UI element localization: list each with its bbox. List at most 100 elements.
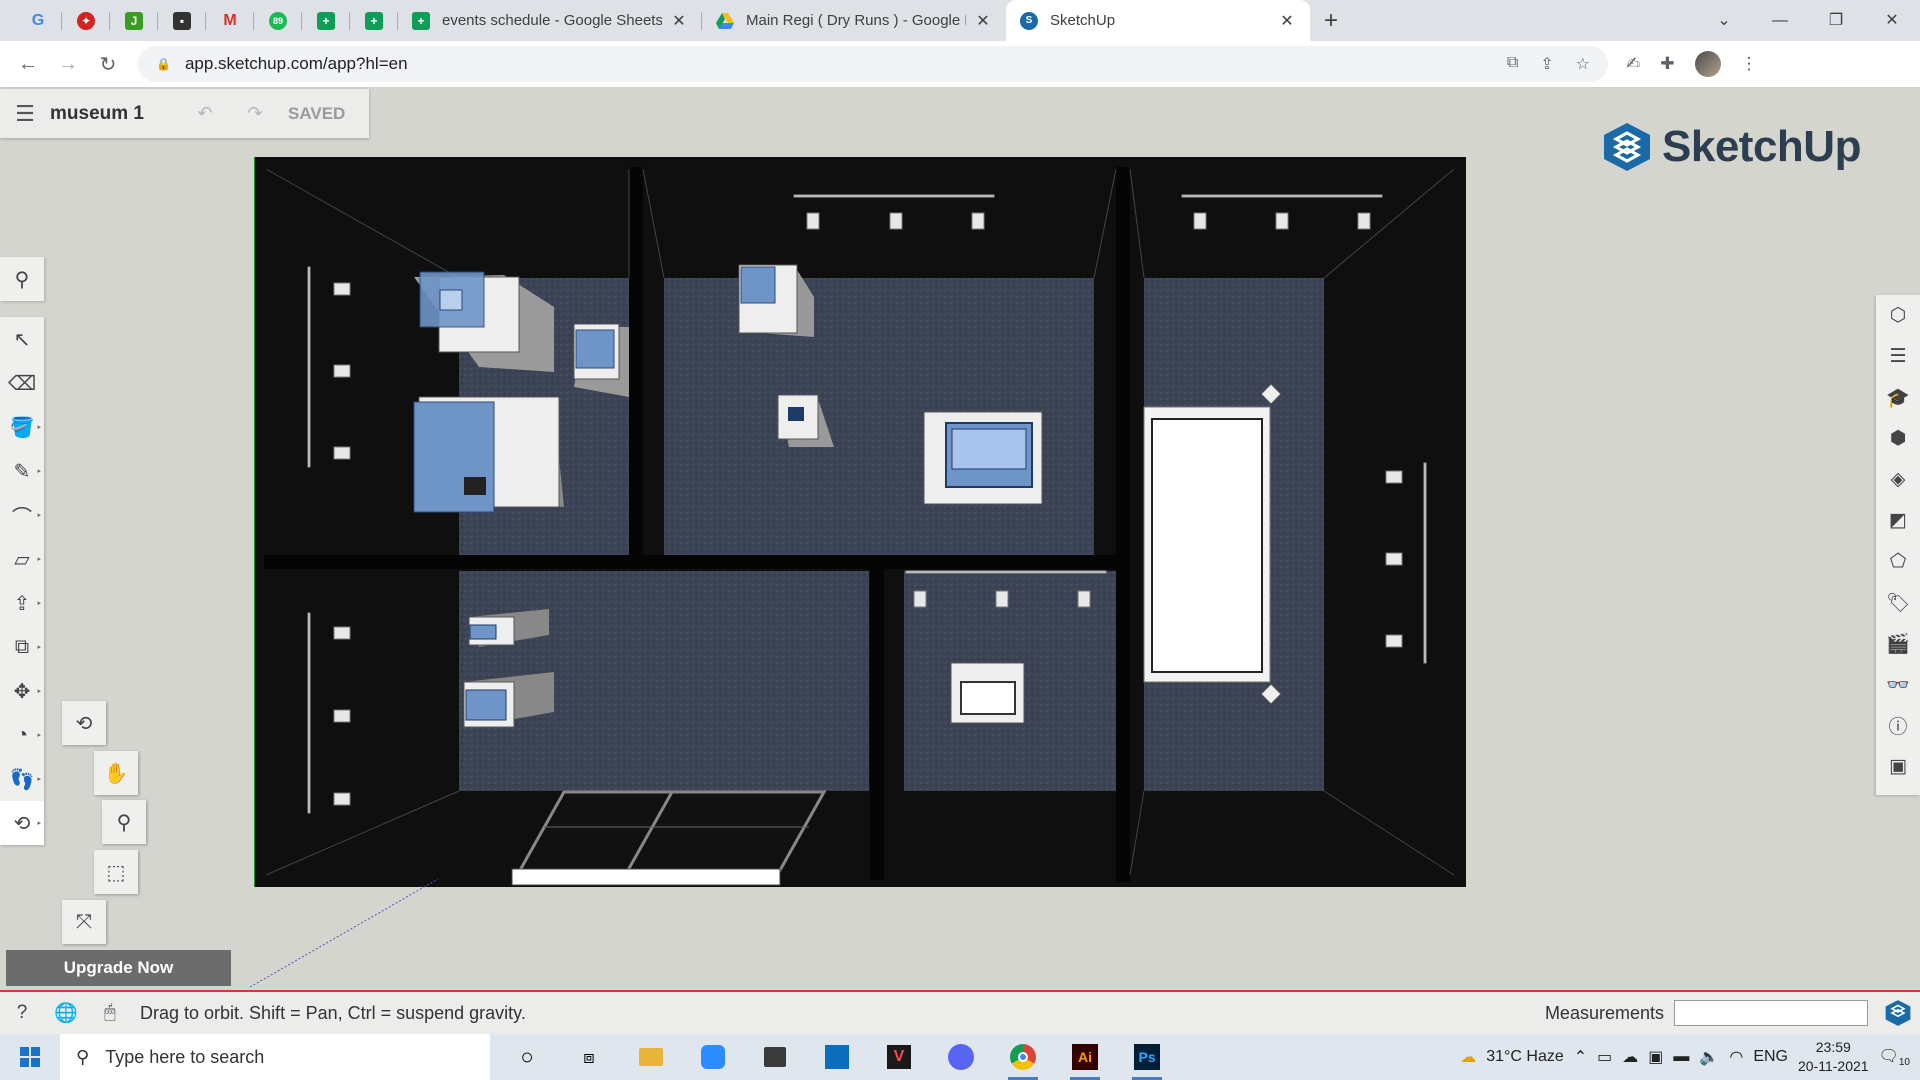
task-view-icon[interactable]: ⧈ xyxy=(558,1034,620,1080)
globe-icon[interactable]: 🌐 xyxy=(44,1001,88,1025)
redo-icon[interactable]: ↷ xyxy=(230,103,280,124)
help-icon[interactable]: ? xyxy=(0,1002,44,1024)
taskbar-search[interactable]: ⚲ Type here to search xyxy=(60,1034,490,1080)
forward-icon[interactable]: → xyxy=(48,53,88,76)
notification-icon[interactable]: 🗨10 xyxy=(1879,1046,1910,1068)
pinned-tab-contact[interactable]: ▪ xyxy=(158,0,206,41)
new-tab-button[interactable]: + xyxy=(1324,0,1338,41)
zoom-extents-icon[interactable]: ⤧ xyxy=(62,900,106,944)
zoom-icon[interactable]: ⚲ xyxy=(102,800,146,844)
materials-icon[interactable]: ◈ xyxy=(1876,459,1920,500)
open-in-app-icon[interactable]: ⧉ xyxy=(1507,54,1518,74)
valorant-icon[interactable]: V xyxy=(868,1034,930,1080)
meet-now-icon[interactable]: ▭ xyxy=(1597,1047,1612,1067)
outliner-icon[interactable]: ☰ xyxy=(1876,336,1920,377)
eraser-tool-icon[interactable]: ⌫ xyxy=(0,361,44,405)
bookmark-star-icon[interactable]: ☆ xyxy=(1576,54,1590,74)
chevron-up-icon[interactable]: ⌃ xyxy=(1574,1047,1587,1067)
display-icon[interactable]: 👓 xyxy=(1876,664,1920,705)
pan-hand-icon[interactable]: ✋ xyxy=(94,751,138,795)
shadows-icon[interactable]: ▣ xyxy=(1876,746,1920,787)
entrance-door[interactable] xyxy=(511,790,827,886)
tags-icon[interactable]: 🏷 xyxy=(1876,582,1920,623)
close-icon[interactable]: ✕ xyxy=(974,11,992,31)
move-tool-icon[interactable]: ✥ ▸ xyxy=(0,669,44,713)
cortana-icon[interactable]: ○ xyxy=(496,1034,558,1080)
puzzle-icon[interactable]: ✚ xyxy=(1660,54,1674,74)
pinned-tab-google[interactable]: G xyxy=(14,0,62,41)
search-icon[interactable]: ⚲ xyxy=(0,257,44,301)
weather-text[interactable]: 31°C Haze xyxy=(1486,1048,1564,1066)
layers-icon[interactable]: ⬠ xyxy=(1876,541,1920,582)
back-icon[interactable]: ← xyxy=(8,53,48,76)
entity-info-icon[interactable]: ⬡ xyxy=(1876,295,1920,336)
photoshop-icon[interactable]: Ps xyxy=(1116,1034,1178,1080)
pinned-tab-green[interactable]: J xyxy=(110,0,158,41)
hamburger-menu-icon[interactable]: ☰ xyxy=(0,101,50,127)
tab-events-schedule[interactable]: + events schedule - Google Sheets ✕ xyxy=(398,0,702,41)
file-name[interactable]: museum 1 xyxy=(50,103,180,125)
rectangle-tool-icon[interactable]: ▱ ▸ xyxy=(0,537,44,581)
profile-avatar[interactable] xyxy=(1694,51,1721,77)
push-pull-icon[interactable]: ⇪ ▸ xyxy=(0,581,44,625)
tape-measure-icon[interactable]: ◔ ▸ xyxy=(0,713,44,757)
white-plinth[interactable] xyxy=(1143,383,1282,705)
display-icon[interactable]: ▣ xyxy=(1648,1047,1663,1067)
display-case[interactable] xyxy=(573,323,629,397)
kebab-menu-icon[interactable]: ⋮ xyxy=(1741,54,1758,74)
dell-app-icon[interactable] xyxy=(806,1034,868,1080)
wifi-icon[interactable]: ◠ xyxy=(1729,1047,1743,1067)
language-indicator[interactable]: ENG xyxy=(1753,1048,1788,1066)
store-icon[interactable] xyxy=(744,1034,806,1080)
close-icon[interactable]: ✕ xyxy=(1278,11,1296,31)
tab-search-icon[interactable]: ⌄ xyxy=(1696,0,1752,41)
paint-bucket-icon[interactable]: 🪣 ▸ xyxy=(0,405,44,449)
scenes-icon[interactable]: 🎬 xyxy=(1876,623,1920,664)
select-tool-icon[interactable]: ↖ xyxy=(0,317,44,361)
pinned-tab-gmail[interactable]: M xyxy=(206,0,254,41)
pinned-tab-sheets-2[interactable]: + xyxy=(350,0,398,41)
display-case[interactable] xyxy=(923,411,1043,505)
clock[interactable]: 23:59 20-11-2021 xyxy=(1798,1038,1869,1076)
tab-sketchup[interactable]: S SketchUp ✕ xyxy=(1006,0,1310,41)
minimize-button[interactable]: — xyxy=(1752,0,1808,41)
file-explorer-icon[interactable] xyxy=(620,1034,682,1080)
pencil-tool-icon[interactable]: ✎ ▸ xyxy=(0,449,44,493)
reload-icon[interactable]: ↻ xyxy=(88,52,128,77)
discord-icon[interactable] xyxy=(930,1034,992,1080)
walk-tool-icon[interactable]: 👣 ▸ xyxy=(0,757,44,801)
battery-icon[interactable]: ▬ xyxy=(1673,1048,1689,1066)
close-icon[interactable]: ✕ xyxy=(670,11,688,31)
maximize-button[interactable]: ❐ xyxy=(1808,0,1864,41)
instructor-icon[interactable]: 🎓 xyxy=(1876,377,1920,418)
offset-tool-icon[interactable]: ⧉ ▸ xyxy=(0,625,44,669)
zoom-window-icon[interactable]: ⬚ xyxy=(94,850,138,894)
onedrive-icon[interactable]: ☁ xyxy=(1622,1047,1638,1067)
share-icon[interactable]: ⇪ xyxy=(1540,54,1553,74)
undo-icon[interactable]: ↶ xyxy=(180,103,230,124)
pinned-tab-rolling-stones[interactable]: ✦ xyxy=(62,0,110,41)
taskbar-search-placeholder: Type here to search xyxy=(105,1046,265,1067)
orbit-tool-icon[interactable]: ⟲ ▸ xyxy=(0,801,44,845)
info-icon[interactable]: ⓘ xyxy=(1876,705,1920,746)
close-window-button[interactable]: ✕ xyxy=(1864,0,1920,41)
styles-icon[interactable]: ◩ xyxy=(1876,500,1920,541)
model-viewport[interactable] xyxy=(254,157,1466,887)
start-button[interactable] xyxy=(0,1047,60,1067)
measurements-input[interactable] xyxy=(1674,1000,1868,1026)
pinned-tab-sheets-1[interactable]: + xyxy=(302,0,350,41)
address-bar[interactable]: 🔒 app.sketchup.com/app?hl=en ⧉ ⇪ ☆ xyxy=(138,46,1608,82)
display-case[interactable] xyxy=(413,396,564,513)
tab-main-regi[interactable]: Main Regi ( Dry Runs ) - Google D ✕ xyxy=(702,0,1006,41)
zoom-app-icon[interactable] xyxy=(682,1034,744,1080)
upgrade-now-button[interactable]: Upgrade Now xyxy=(6,950,231,986)
display-case[interactable] xyxy=(950,662,1025,724)
arc-tool-icon[interactable]: ⌒ ▸ xyxy=(0,493,44,537)
volume-icon[interactable]: 🔈 xyxy=(1699,1047,1719,1067)
pinned-tab-circle[interactable]: 89 xyxy=(254,0,302,41)
extension-icon[interactable]: ✍ xyxy=(1626,54,1640,74)
illustrator-icon[interactable]: Ai xyxy=(1054,1034,1116,1080)
components-icon[interactable]: ⬢ xyxy=(1876,418,1920,459)
orbit-icon[interactable]: ⟲ xyxy=(62,701,106,745)
chrome-icon[interactable] xyxy=(992,1034,1054,1080)
